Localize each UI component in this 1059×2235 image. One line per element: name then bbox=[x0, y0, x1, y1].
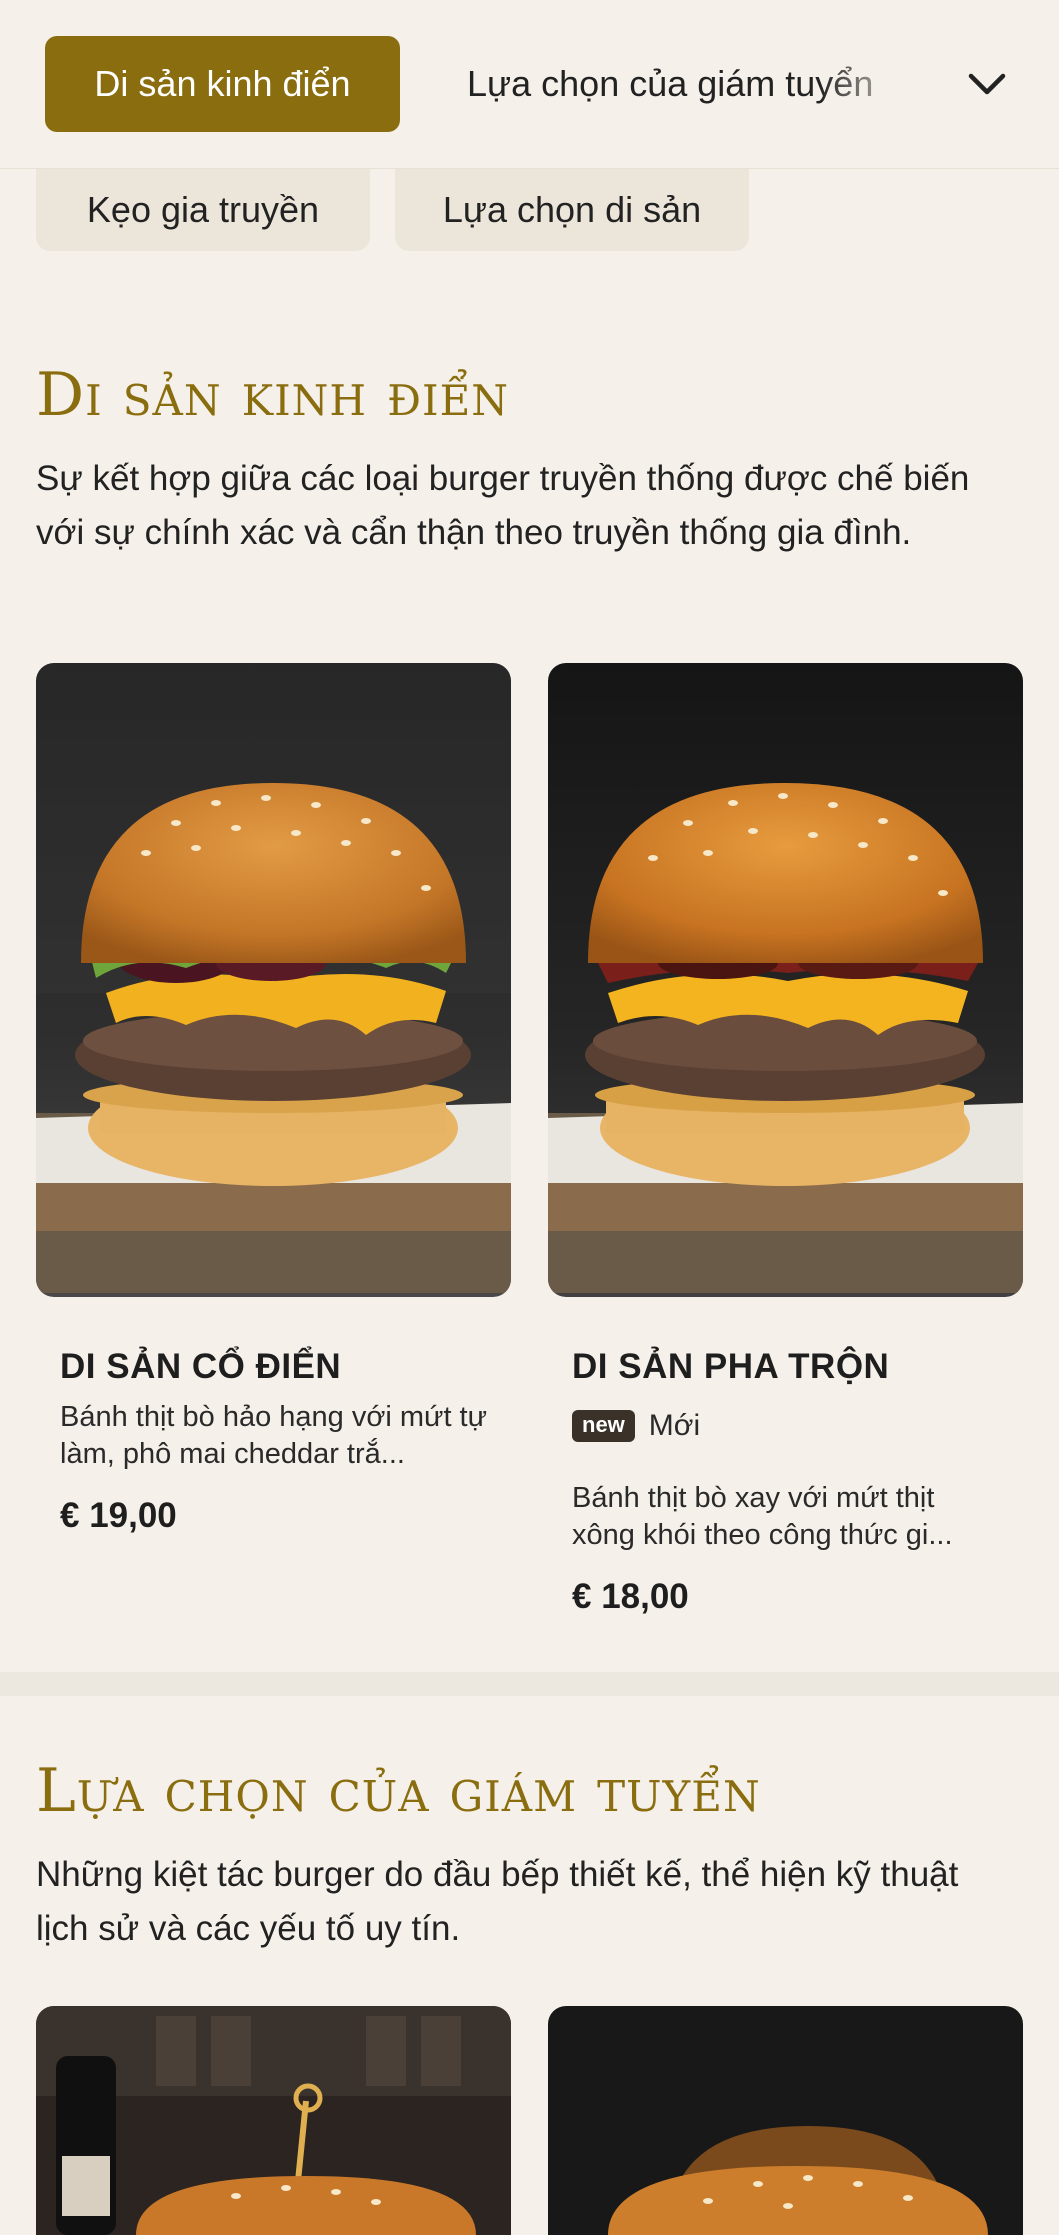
product-name[interactable]: DI SẢN PHA TRỘN bbox=[572, 1347, 889, 1387]
product-price: € 18,00 bbox=[572, 1577, 689, 1616]
section-description: Những kiệt tác burger do đầu bếp thiết k… bbox=[36, 1855, 959, 1948]
tab-di-san-kinh-dien[interactable]: Di sản kinh điển bbox=[45, 36, 400, 132]
section-divider bbox=[0, 1672, 1059, 1696]
new-badge: new Mới bbox=[572, 1409, 700, 1443]
chip-lua-chon-di-san[interactable]: Lựa chọn di sản bbox=[395, 168, 749, 251]
product-image-burger[interactable] bbox=[548, 2006, 1023, 2235]
product-image-burger[interactable] bbox=[36, 2006, 511, 2235]
product-description: Bánh thịt bò xay với mứt thịt xông khói … bbox=[572, 1482, 953, 1551]
section-title: Lựa chọn của giám tuyển bbox=[36, 1756, 761, 1826]
product-description: Bánh thịt bò hảo hạng với mứt tự làm, ph… bbox=[60, 1401, 488, 1470]
chevron-down-icon[interactable] bbox=[963, 60, 1011, 108]
product-image-burger[interactable] bbox=[548, 663, 1023, 1297]
section-title: Di sản kinh điển bbox=[36, 360, 510, 430]
badge-label: Mới bbox=[648, 1409, 701, 1442]
category-nav: Di sản kinh điển Lựa chọn của giám tuyển bbox=[0, 0, 1059, 169]
section-description: Sự kết hợp giữa các loại burger truyền t… bbox=[36, 459, 970, 552]
product-name[interactable]: DI SẢN CỔ ĐIỂN bbox=[60, 1347, 341, 1387]
tab-scroll-fade bbox=[820, 30, 960, 140]
product-price: € 19,00 bbox=[60, 1496, 177, 1535]
chip-keo-gia-truyen[interactable]: Kẹo gia truyền bbox=[36, 168, 370, 251]
badge-new: new bbox=[572, 1410, 635, 1442]
product-image-burger[interactable] bbox=[36, 663, 511, 1297]
